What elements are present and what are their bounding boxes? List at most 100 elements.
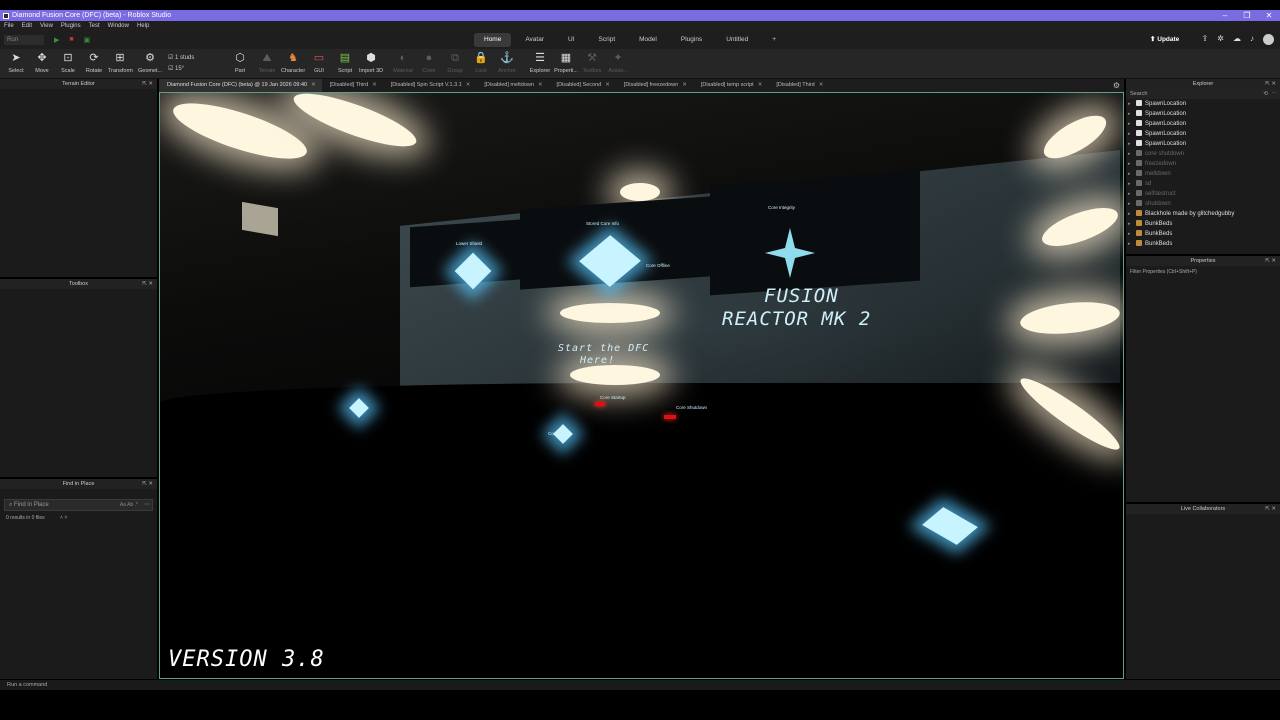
close-button[interactable]: ✕ [1258,10,1280,21]
nav-arrows-icon[interactable]: ˄ ˅ [60,515,67,521]
close-icon[interactable]: ⇱ ✕ [142,79,153,89]
close-icon[interactable]: ✕ [311,82,316,88]
notifications-icon[interactable]: ♪ [1250,34,1254,45]
explorer-item[interactable]: ▸ BunkBeds [1126,219,1280,229]
close-icon[interactable]: ✕ [819,82,824,88]
rotate-snap-value[interactable]: 15° [175,66,184,72]
gui-tool[interactable]: ▭ GUI [307,52,331,74]
explorer-item[interactable]: ▸ BunkBeds [1126,229,1280,239]
explorer-item[interactable]: ▸ BunkBeds [1126,239,1280,249]
scale-tool[interactable]: ⊡ Scale [56,52,80,74]
assistant-tool[interactable]: ✦ Assist... [606,52,630,74]
import-3d-tool[interactable]: ⬢ Import 3D [359,52,383,74]
share-icon[interactable]: ⇪ [1202,34,1209,45]
close-icon[interactable]: ✕ [758,82,763,88]
tab-avatar[interactable]: Avatar [515,33,554,47]
doc-tab-script[interactable]: [Disabled] Third ✕ [768,79,829,92]
snap-settings[interactable]: ☑ 1 studs ☑ 15° [168,53,194,75]
tab-ui[interactable]: UI [558,33,585,47]
explorer-item[interactable]: ▸ SpawnLocation [1126,109,1280,119]
play-icon[interactable]: ▶ [54,36,59,44]
explorer-search-input[interactable]: Search ⟲ ⋯ [1126,89,1280,99]
explorer-item[interactable]: ▸ core shutdown [1126,149,1280,159]
update-button[interactable]: ⬆ Update [1150,35,1179,43]
expand-arrow-icon[interactable]: ▸ [1128,169,1131,179]
transform-tool[interactable]: ⊞ Transform [108,52,133,74]
properties-tool[interactable]: ▦ Properti... [554,52,578,74]
explorer-item[interactable]: ▸ meltdown [1126,169,1280,179]
tab-script[interactable]: Script [589,33,626,47]
stop-icon[interactable]: ■ [69,36,73,44]
expand-arrow-icon[interactable]: ▸ [1128,109,1131,119]
rotate-tool[interactable]: ⟳ Rotate [82,52,106,74]
close-icon[interactable]: ✕ [372,82,377,88]
geometry-tool[interactable]: ⚙ Geomet... [138,52,162,74]
close-icon[interactable]: ✕ [682,82,687,88]
cloud-icon[interactable]: ☁ [1233,34,1241,45]
expand-arrow-icon[interactable]: ▸ [1128,119,1131,129]
move-snap-value[interactable]: 1 studs [175,55,194,61]
explorer-item[interactable]: ▸ shutdown [1126,199,1280,209]
explorer-item[interactable]: ▸ freezedown [1126,159,1280,169]
explorer-item[interactable]: ▸ SpawnLocation [1126,139,1280,149]
maximize-button[interactable]: ❐ [1236,10,1258,21]
menu-edit[interactable]: Edit [22,23,32,29]
settings-gear-icon[interactable]: ⚙ [1113,81,1120,90]
close-icon[interactable]: ⇱ ✕ [1265,256,1276,266]
explorer-item[interactable]: ▸ Blackhole made by glitchedgubby [1126,209,1280,219]
close-icon[interactable]: ⇱ ✕ [1265,504,1276,514]
shutdown-button[interactable] [664,415,676,419]
explorer-item[interactable]: ▸ selfdestruct [1126,189,1280,199]
close-icon[interactable]: ✕ [466,82,471,88]
expand-arrow-icon[interactable]: ▸ [1128,199,1131,209]
expand-arrow-icon[interactable]: ▸ [1128,209,1131,219]
anchor-tool[interactable]: ⚓ Anchor [495,52,519,74]
expand-arrow-icon[interactable]: ▸ [1128,139,1131,149]
menu-help[interactable]: Help [137,23,149,29]
expand-arrow-icon[interactable]: ▸ [1128,239,1131,249]
doc-tab-place[interactable]: Diamond Fusion Core (DFC) (beta) @ 19 Ja… [159,79,322,92]
toolbox-tool[interactable]: ⚒ Toolbox [580,52,604,74]
close-icon[interactable]: ✕ [605,82,610,88]
terrain-tool[interactable]: ⛰ Terrain [255,52,279,74]
doc-tab-script[interactable]: [Disabled] freezedown ✕ [616,79,693,92]
explorer-item[interactable]: ▸ sd [1126,179,1280,189]
3d-viewport[interactable]: Lower Shield Stored Core Info Core Offli… [159,92,1124,679]
more-icon[interactable]: ⋯ [144,500,150,510]
menu-test[interactable]: Test [89,23,100,29]
expand-arrow-icon[interactable]: ▸ [1128,159,1131,169]
find-in-place-input[interactable]: ⌕ Find in Place Aa Ab .* ⋯ [4,499,153,511]
tab-home[interactable]: Home [474,33,512,47]
menu-file[interactable]: File [4,23,14,29]
expand-arrow-icon[interactable]: ▸ [1128,99,1131,109]
minimize-button[interactable]: – [1214,10,1236,21]
tab-plugins[interactable]: Plugins [671,33,712,47]
doc-tab-script[interactable]: [Disabled] Third ✕ [322,79,383,92]
command-bar-input[interactable]: Run a command [0,680,1280,690]
group-tool[interactable]: ⧉ Group [443,52,467,74]
character-tool[interactable]: ♞ Character [281,52,305,74]
explorer-item[interactable]: ▸ SpawnLocation [1126,99,1280,109]
expand-arrow-icon[interactable]: ▸ [1128,219,1131,229]
doc-tab-script[interactable]: [Disabled] temp script ✕ [693,79,769,92]
close-icon[interactable]: ⇱ ✕ [142,479,153,489]
expand-arrow-icon[interactable]: ▸ [1128,179,1131,189]
tab-untitled[interactable]: Untitled [716,33,758,47]
lock-tool[interactable]: 🔒 Lock [469,52,493,74]
close-icon[interactable]: ⇱ ✕ [1265,79,1276,89]
startup-button[interactable] [595,402,605,406]
menu-plugins[interactable]: Plugins [61,23,81,29]
explorer-item[interactable]: ▸ SpawnLocation [1126,119,1280,129]
avatar[interactable] [1263,34,1274,45]
close-icon[interactable]: ⇱ ✕ [142,279,153,289]
run-mode-select[interactable]: Run [4,35,44,45]
doc-tab-script[interactable]: [Disabled] meltdown ✕ [476,79,548,92]
filter-icon[interactable]: ⟲ [1263,89,1268,99]
doc-tab-script[interactable]: [Disabled] Spin Script V.1.3.1 ✕ [383,79,477,92]
search-options[interactable]: Aa Ab .* [120,500,138,510]
add-tab-button[interactable]: + [762,33,786,47]
explorer-item[interactable]: ▸ SpawnLocation [1126,129,1280,139]
material-tool[interactable]: ◐ Material [391,52,415,74]
expand-arrow-icon[interactable]: ▸ [1128,149,1131,159]
tab-model[interactable]: Model [629,33,667,47]
